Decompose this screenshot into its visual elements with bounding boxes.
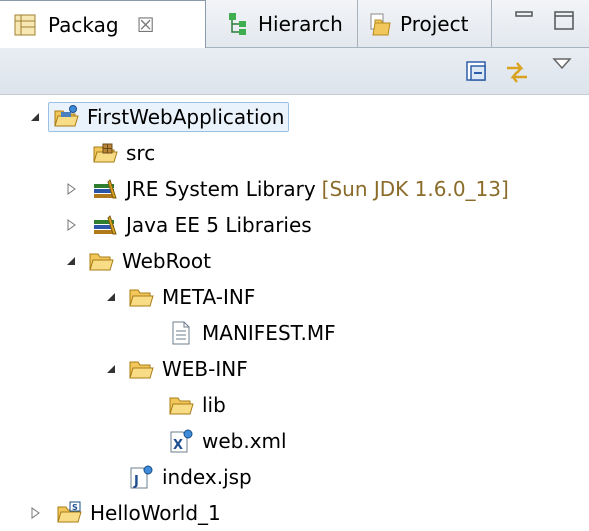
package-explorer-tree: FirstWebApplication src JRE System Libra… <box>0 95 589 525</box>
collapse-all-icon[interactable] <box>463 58 491 86</box>
link-with-editor-icon[interactable] <box>503 58 531 86</box>
folder-open-icon <box>89 253 114 271</box>
tree-item-project[interactable]: FirstWebApplication <box>28 99 290 135</box>
view-toolbar <box>0 48 589 95</box>
tree-item-jre-library[interactable]: JRE System Library [Sun JDK 1.6.0_13] <box>64 171 509 207</box>
web-project-icon <box>54 105 79 127</box>
folder-open-icon <box>129 289 154 307</box>
tree-item-label: Java EE 5 Libraries <box>126 213 312 237</box>
tab-project-explorer-label: Project <box>400 11 469 36</box>
twisty-collapsed-icon[interactable] <box>28 506 42 520</box>
hierarchy-icon <box>229 12 246 35</box>
twisty-collapsed-icon[interactable] <box>64 218 78 232</box>
tab-project-explorer[interactable]: Project <box>360 0 492 47</box>
tree-item-label: HelloWorld_1 <box>90 501 221 525</box>
tree-item-label: index.jsp <box>162 465 252 489</box>
minimize-icon[interactable] <box>508 4 542 38</box>
tree-item-web-xml[interactable]: X web.xml <box>168 423 287 459</box>
jsp-file-icon: J <box>130 465 153 489</box>
tree-item-label: src <box>126 141 156 165</box>
svg-text:S: S <box>72 503 78 512</box>
tree-item-src[interactable]: src <box>92 135 155 171</box>
tab-package-explorer[interactable]: Packag ☒ <box>0 0 206 48</box>
maximize-icon[interactable] <box>548 4 582 38</box>
tree-item-label: WEB-INF <box>162 357 248 381</box>
java-project-icon: S <box>57 501 82 523</box>
xml-file-icon: X <box>170 429 193 453</box>
tree-item-helloworld[interactable]: S HelloWorld_1 <box>28 495 221 531</box>
twisty-expanded-icon[interactable] <box>104 362 118 376</box>
tree-item-label: web.xml <box>202 429 287 453</box>
tree-item-label: FirstWebApplication <box>87 105 285 129</box>
twisty-expanded-icon[interactable] <box>104 290 118 304</box>
svg-text:J: J <box>133 474 139 489</box>
view-window-controls <box>508 4 588 42</box>
tree-item-web-inf[interactable]: WEB-INF <box>104 351 248 387</box>
selection-highlight: FirstWebApplication <box>48 102 290 132</box>
tree-item-webroot[interactable]: WebRoot <box>64 243 211 279</box>
tree-item-manifest[interactable]: MANIFEST.MF <box>168 315 336 351</box>
text-file-icon <box>172 321 190 345</box>
twisty-collapsed-icon[interactable] <box>64 182 78 196</box>
svg-text:X: X <box>173 438 183 453</box>
project-explorer-icon <box>370 13 391 35</box>
library-icon <box>94 179 117 199</box>
folder-open-icon <box>129 361 154 379</box>
twisty-expanded-icon[interactable] <box>64 254 78 268</box>
tree-item-javaee-libraries[interactable]: Java EE 5 Libraries <box>64 207 312 243</box>
view-menu-icon[interactable] <box>551 56 573 72</box>
folder-open-icon <box>169 397 194 415</box>
tree-item-label: JRE System Library <box>126 177 316 201</box>
view-tab-bar: Packag ☒ Hierarch Project <box>0 0 589 48</box>
tree-item-label: lib <box>202 393 226 417</box>
library-icon <box>94 215 117 235</box>
twisty-expanded-icon[interactable] <box>28 110 42 124</box>
tab-hierarchy-label: Hierarch <box>258 11 343 36</box>
source-folder-icon <box>93 143 118 163</box>
jre-version-decoration: [Sun JDK 1.6.0_13] <box>321 177 509 201</box>
close-icon[interactable]: ☒ <box>137 13 155 37</box>
tab-hierarchy[interactable]: Hierarch <box>206 0 358 47</box>
tree-item-label: WebRoot <box>122 249 211 273</box>
tree-item-meta-inf[interactable]: META-INF <box>104 279 255 315</box>
tree-item-label: MANIFEST.MF <box>202 321 336 345</box>
tab-package-explorer-label: Packag <box>48 12 119 37</box>
tree-item-index-jsp[interactable]: J index.jsp <box>128 459 252 495</box>
package-explorer-icon <box>14 14 36 35</box>
tree-item-label: META-INF <box>162 285 256 309</box>
tree-item-lib[interactable]: lib <box>168 387 226 423</box>
